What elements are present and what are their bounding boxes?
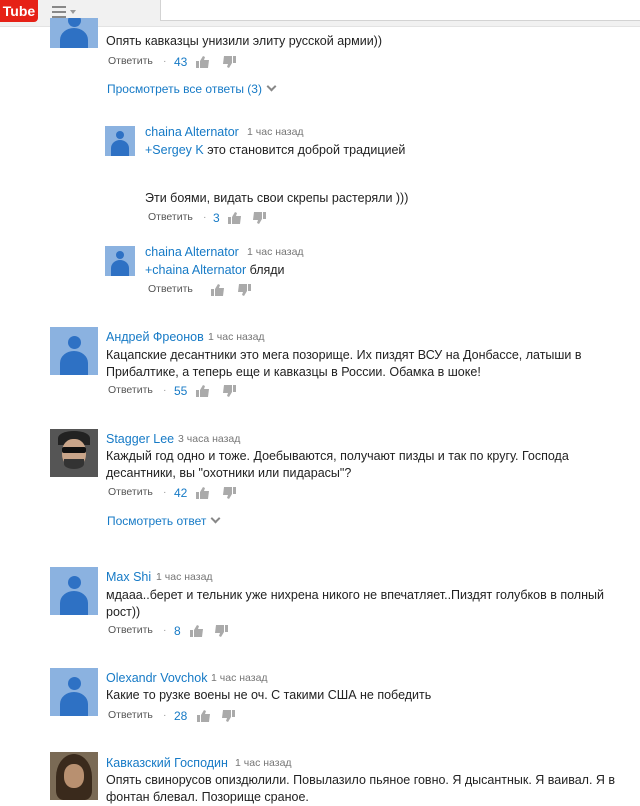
comment-author[interactable]: chaina Alternator <box>145 245 239 259</box>
chevron-down-icon[interactable] <box>70 10 76 14</box>
thumbs-down-icon[interactable] <box>222 56 236 68</box>
reply-button[interactable]: Ответить <box>108 55 153 67</box>
reply-button[interactable]: Ответить <box>108 624 153 636</box>
like-count: 43 <box>174 55 188 69</box>
comment-text: Каждый год одно и тоже. Доебываются, пол… <box>106 449 569 480</box>
comment-actions: Ответить · 8 <box>108 624 248 640</box>
comment-text: Какие то рузке воены не оч. С такими США… <box>106 688 432 702</box>
thumbs-down-icon[interactable] <box>222 487 236 499</box>
comment-actions: Ответить · 3 <box>148 211 288 227</box>
thumbs-down-icon[interactable] <box>252 212 266 224</box>
comment-text-line2: Эти боями, видать свои скрепы растеряли … <box>145 191 409 205</box>
comment-time[interactable]: 1 час назад <box>208 331 265 343</box>
comment-author[interactable]: chaina Alternator <box>145 125 239 139</box>
youtube-logo[interactable]: Tube <box>0 0 38 22</box>
comment-time[interactable]: 1 час назад <box>247 246 304 258</box>
like-count: 55 <box>174 384 188 398</box>
comment-text: мдааа..берет и тельник уже нихрена никог… <box>106 588 604 619</box>
thumbs-up-icon[interactable] <box>190 625 204 637</box>
comment-author[interactable]: Max Shi <box>106 570 151 584</box>
mention-link[interactable]: +chaina Alternator <box>145 263 246 277</box>
comment-author[interactable]: Кавказский Господин <box>106 756 228 770</box>
avatar[interactable] <box>50 567 98 615</box>
avatar[interactable] <box>50 429 98 477</box>
view-all-replies-link[interactable]: Просмотреть все ответы (3) <box>107 81 277 96</box>
comment-time[interactable]: 3 часа назад <box>178 433 240 445</box>
comment-actions: Ответить · 42 <box>108 486 248 502</box>
avatar[interactable] <box>50 18 98 48</box>
avatar[interactable] <box>50 668 98 716</box>
comment-actions: Ответить · 55 <box>108 384 248 400</box>
comment-author[interactable]: Olexandr Vovchok <box>106 671 207 685</box>
reply-button[interactable]: Ответить <box>148 211 193 223</box>
thumbs-up-icon[interactable] <box>196 487 210 499</box>
comment-actions: Ответить · 43 <box>108 55 248 71</box>
thumbs-down-icon[interactable] <box>237 284 251 296</box>
comment-actions: Ответить <box>148 283 288 299</box>
comment-text: Опять кавказцы унизили элиту русской арм… <box>106 34 383 48</box>
like-count: 3 <box>213 211 220 225</box>
thumbs-up-icon[interactable] <box>196 56 210 68</box>
thumbs-down-icon[interactable] <box>214 625 228 637</box>
reply-button[interactable]: Ответить <box>108 486 153 498</box>
comment-text: +chaina Alternator бляди <box>145 263 285 277</box>
thumbs-up-icon[interactable] <box>211 284 225 296</box>
thumbs-down-icon[interactable] <box>221 710 235 722</box>
comment-author[interactable]: Андрей Фреонов <box>106 330 204 344</box>
chevron-down-icon <box>266 81 277 92</box>
avatar[interactable] <box>50 327 98 375</box>
view-all-replies-label: Просмотреть все ответы (3) <box>107 82 262 96</box>
view-reply-link[interactable]: Посмотреть ответ <box>107 513 221 528</box>
comment-time[interactable]: 1 час назад <box>211 672 268 684</box>
thumbs-up-icon[interactable] <box>196 385 210 397</box>
reply-button[interactable]: Ответить <box>108 709 153 721</box>
avatar[interactable] <box>50 752 98 800</box>
reply-button[interactable]: Ответить <box>148 283 193 295</box>
thumbs-up-icon[interactable] <box>197 710 211 722</box>
mention-link[interactable]: +Sergey K <box>145 143 204 157</box>
comment-author[interactable]: Stagger Lee <box>106 432 174 446</box>
thumbs-down-icon[interactable] <box>222 385 236 397</box>
menu-icon[interactable] <box>52 6 66 18</box>
like-count: 28 <box>174 709 188 723</box>
like-count: 42 <box>174 486 188 500</box>
reply-button[interactable]: Ответить <box>108 384 153 396</box>
comment-text: +Sergey K это становится доброй традицие… <box>145 143 406 157</box>
chevron-down-icon <box>210 513 221 524</box>
comment-text: Кацапские десантники это мега позорище. … <box>106 348 582 379</box>
comment-time[interactable]: 1 час назад <box>247 126 304 138</box>
comment-actions: Ответить · 28 <box>108 709 248 725</box>
like-count: 8 <box>174 624 181 638</box>
comment-time[interactable]: 1 час назад <box>156 571 213 583</box>
view-reply-label: Посмотреть ответ <box>107 514 207 528</box>
search-input[interactable] <box>160 0 640 21</box>
avatar[interactable] <box>105 246 135 276</box>
avatar[interactable] <box>105 126 135 156</box>
comment-time[interactable]: 1 час назад <box>235 757 292 769</box>
comment-text: Опять свинорусов опиздюлили. Повылазило … <box>106 773 616 804</box>
thumbs-up-icon[interactable] <box>228 212 242 224</box>
